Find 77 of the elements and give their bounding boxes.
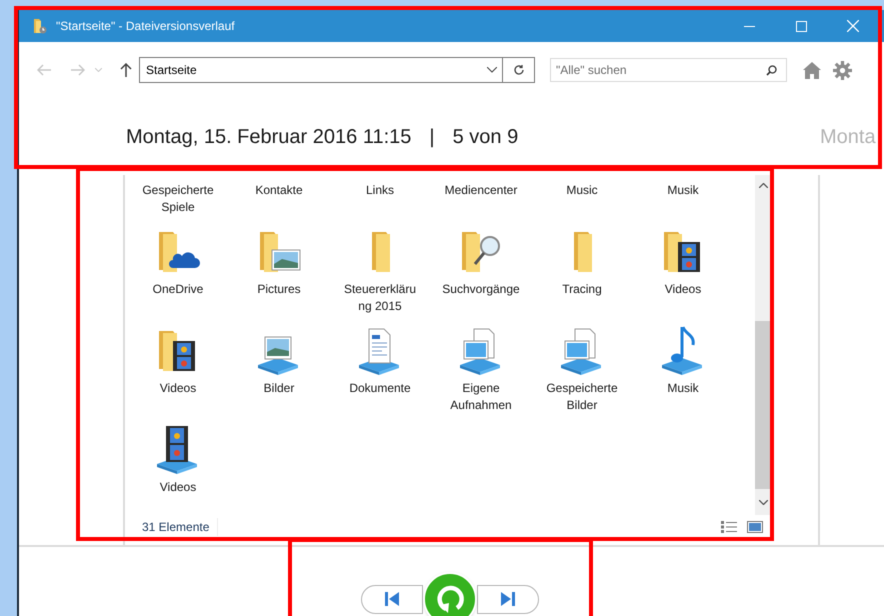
- file-item[interactable]: Videos: [133, 424, 223, 496]
- folder-icon: [572, 231, 592, 273]
- file-item[interactable]: Steuererklärung 2015: [335, 226, 425, 315]
- file-item[interactable]: Pictures: [234, 226, 324, 315]
- file-name: Suchvorgänge: [442, 281, 520, 298]
- file-item[interactable]: Music: [537, 182, 627, 216]
- address-field[interactable]: Startseite: [139, 57, 503, 83]
- file-item[interactable]: Gespeicherte Spiele: [133, 182, 223, 216]
- close-icon: [847, 20, 859, 32]
- details-view-icon: [721, 521, 737, 533]
- home-icon: [803, 62, 821, 78]
- file-name: Videos: [664, 281, 702, 298]
- skip-back-icon: [385, 592, 399, 606]
- home-button[interactable]: [801, 59, 823, 81]
- file-name: OneDrive: [152, 281, 204, 298]
- file-item[interactable]: Kontakte: [234, 182, 324, 216]
- refresh-icon: [512, 64, 524, 76]
- restore-icon: [435, 584, 465, 614]
- search-input[interactable]: "Alle" suchen: [556, 61, 756, 79]
- next-version-button[interactable]: [477, 584, 539, 614]
- file-item[interactable]: Eigene Aufnahmen: [436, 325, 526, 414]
- large-icons-button[interactable]: [746, 520, 764, 534]
- address-text: Startseite: [146, 62, 197, 79]
- details-view-button[interactable]: [720, 520, 738, 534]
- back-arrow-icon: [37, 64, 51, 76]
- separator: |: [429, 124, 435, 150]
- file-item[interactable]: Suchvorgänge: [436, 226, 526, 315]
- file-item[interactable]: Dokumente: [335, 325, 425, 414]
- folder-clock-icon: [32, 18, 48, 34]
- file-item[interactable]: Bilder: [234, 325, 324, 414]
- file-name: Links: [364, 182, 395, 199]
- file-name: Mediencenter: [444, 182, 518, 199]
- file-name: Videos: [158, 479, 198, 496]
- file-item[interactable]: Videos: [133, 325, 223, 414]
- file-item[interactable]: Mediencenter: [436, 182, 526, 216]
- settings-icon: [832, 60, 852, 80]
- file-name: Kontakte: [254, 182, 304, 199]
- version-position: 5 von 9: [452, 124, 518, 150]
- chevron-down-icon: [94, 68, 102, 72]
- file-name: Pictures: [256, 281, 302, 298]
- folder-icon: [370, 231, 390, 273]
- version-date: Montag, 15. Februar 2016 11:15: [126, 124, 412, 150]
- refresh-button[interactable]: [503, 57, 535, 83]
- scroll-down-icon: [759, 500, 768, 505]
- window-title: "Startseite" - Dateiversionsverlauf: [56, 18, 235, 35]
- file-name: Dokumente: [348, 380, 412, 397]
- picture-view-icon: [747, 521, 763, 533]
- settings-button[interactable]: [831, 59, 853, 81]
- file-name: Music: [565, 182, 599, 199]
- skip-forward-icon: [501, 592, 515, 606]
- forward-arrow-icon: [71, 64, 85, 76]
- item-count: 31 Elemente: [142, 518, 218, 536]
- file-name: Eigene Aufnahmen: [449, 380, 513, 414]
- search-icon: [766, 64, 777, 76]
- file-item[interactable]: Tracing: [537, 226, 627, 315]
- previous-version-button[interactable]: [361, 584, 423, 614]
- maximize-icon: [796, 20, 806, 32]
- file-name: Gespeicherte Spiele: [141, 182, 215, 216]
- file-name: Tracing: [561, 281, 603, 298]
- file-name: Musik: [666, 182, 700, 199]
- file-item[interactable]: Gespeicherte Bilder: [537, 325, 627, 414]
- file-name: Musik: [666, 380, 700, 397]
- restore-button[interactable]: [423, 572, 477, 616]
- file-name: Bilder: [262, 380, 296, 397]
- file-name: Videos: [158, 380, 198, 397]
- file-item[interactable]: OneDrive: [133, 226, 223, 315]
- scroll-up-icon: [759, 183, 768, 188]
- file-name: Steuererklärung 2015: [342, 281, 418, 315]
- file-name: Gespeicherte Bilder: [545, 380, 619, 414]
- search-field[interactable]: "Alle" suchen: [550, 58, 787, 82]
- file-item[interactable]: Videos: [638, 226, 728, 315]
- up-button[interactable]: [119, 61, 133, 79]
- file-item[interactable]: Musik: [638, 182, 728, 216]
- file-item[interactable]: Musik: [638, 325, 728, 414]
- chevron-down-icon: [487, 67, 497, 73]
- up-arrow-icon: [120, 63, 132, 77]
- file-item[interactable]: Links: [335, 182, 425, 216]
